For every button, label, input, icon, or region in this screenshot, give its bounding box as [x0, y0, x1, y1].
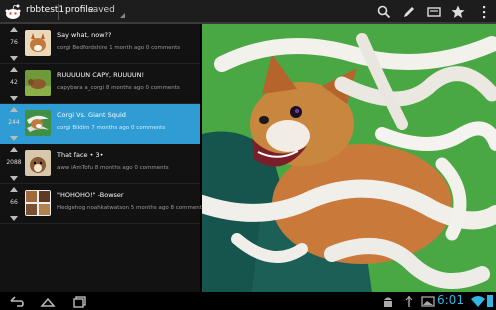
score-label: 244	[8, 119, 20, 126]
post-image-preview[interactable]	[202, 24, 496, 292]
usb-icon	[405, 296, 413, 307]
header-divider	[58, 4, 59, 20]
post-thumbnail[interactable]	[25, 70, 51, 96]
gallery-icon	[421, 296, 435, 307]
action-bar: rbbtest1 profile saved	[0, 0, 496, 24]
post-meta: corgi Bildim 7 months ago 0 comments	[57, 125, 166, 131]
corgi-squid-image	[202, 24, 496, 292]
downvote-icon[interactable]	[10, 136, 18, 141]
overflow-icon[interactable]	[476, 4, 492, 20]
post-meta: capybara a_corgi 8 months ago 0 comments	[57, 85, 180, 91]
score-label: 76	[10, 39, 18, 46]
post-meta: corgi Bedfordshire 1 month ago 0 comment…	[57, 45, 181, 51]
list-item[interactable]: 66 "HOHOHO!" -Bowser Hedgehog noahkatwat…	[0, 184, 205, 224]
post-thumbnail[interactable]	[25, 190, 51, 216]
list-item[interactable]: 76 Say what, now?? corgi Bedfordshire 1 …	[0, 24, 200, 64]
post-title[interactable]: Say what, now??	[57, 31, 111, 39]
recents-icon[interactable]	[72, 294, 88, 308]
search-icon[interactable]	[376, 4, 392, 20]
score-label: 66	[10, 199, 18, 206]
post-list[interactable]: 76 Say what, now?? corgi Bedfordshire 1 …	[0, 24, 205, 292]
vote-column: 66	[4, 187, 24, 221]
upvote-icon[interactable]	[10, 147, 18, 152]
list-item[interactable]: 2088 That face • 3• aww iAmTofu 8 months…	[0, 144, 200, 184]
upvote-icon[interactable]	[10, 27, 18, 32]
post-thumbnail[interactable]	[25, 110, 51, 136]
tab-saved[interactable]: saved	[88, 5, 115, 15]
score-label: 42	[10, 79, 18, 86]
spinner-indicator[interactable]	[120, 13, 125, 18]
back-icon[interactable]	[8, 294, 24, 308]
post-title[interactable]: "HOHOHO!" -Bowser	[57, 191, 124, 199]
downvote-icon[interactable]	[10, 176, 18, 181]
downvote-icon[interactable]	[10, 56, 18, 61]
list-item[interactable]: 42 RUUUUUN CAPY, RUUUUN! capybara a_corg…	[0, 64, 200, 104]
post-thumbnail[interactable]	[25, 150, 51, 176]
wifi-icon	[471, 296, 485, 307]
upvote-icon[interactable]	[10, 67, 18, 72]
system-navigation-bar: 6:01	[0, 292, 496, 310]
upvote-icon[interactable]	[10, 187, 18, 192]
vote-column: 2088	[4, 147, 24, 181]
post-meta: aww iAmTofu 8 months ago 0 comments	[57, 165, 169, 171]
star-icon[interactable]	[450, 4, 466, 20]
list-item-selected[interactable]: 244 Corgi Vs. Giant Squid corgi Bildim 7…	[0, 104, 200, 144]
post-thumbnail[interactable]	[25, 30, 51, 56]
score-label: 2088	[6, 159, 22, 166]
card-icon[interactable]	[426, 4, 442, 20]
vote-column: 244	[4, 107, 24, 141]
pencil-icon[interactable]	[401, 4, 417, 20]
downvote-icon[interactable]	[10, 216, 18, 221]
upvote-icon[interactable]	[10, 107, 18, 112]
android-icon	[384, 297, 392, 307]
clock[interactable]: 6:01	[437, 293, 464, 307]
post-meta: Hedgehog noahkatwatson 5 months ago 8 co…	[57, 205, 205, 211]
post-title[interactable]: That face • 3•	[57, 151, 103, 159]
downvote-icon[interactable]	[10, 96, 18, 101]
home-icon[interactable]	[40, 294, 56, 308]
post-title[interactable]: Corgi Vs. Giant Squid	[57, 111, 126, 119]
vote-column: 42	[4, 67, 24, 101]
vote-column: 76	[4, 27, 24, 61]
reddit-alien-icon[interactable]	[4, 3, 22, 21]
post-title[interactable]: RUUUUUN CAPY, RUUUUN!	[57, 71, 144, 79]
battery-icon	[487, 295, 493, 307]
